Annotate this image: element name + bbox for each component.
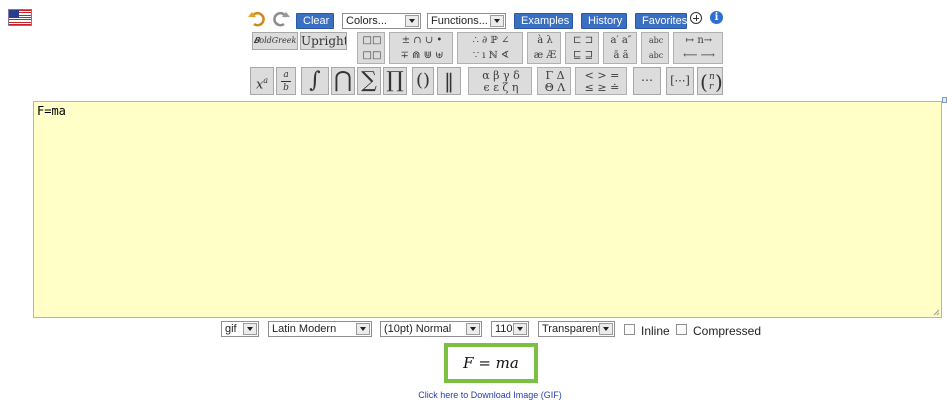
editor-scroll-marker[interactable] [942, 97, 947, 103]
examples-button[interactable]: Examples [514, 13, 573, 29]
accent-symbols-group[interactable]: à λ æ Æ [527, 32, 561, 64]
functions-select-value: Functions... [431, 15, 488, 27]
relation-group[interactable]: < > = ≤ ≥ ≐ [575, 67, 627, 95]
norm-button[interactable]: ‖ [437, 67, 461, 95]
fraction-button[interactable]: a b [276, 67, 296, 95]
integral-button[interactable]: ∫ [301, 67, 329, 95]
misc-symbols-group[interactable]: ∴ ∂ ℙ ∠ ∵ ı ℕ ∢ [457, 32, 523, 64]
redo-icon[interactable] [272, 11, 290, 27]
chevron-down-icon [356, 323, 370, 335]
dpi-select-value: 110 [495, 323, 513, 335]
functions-select[interactable]: Functions... [427, 13, 506, 29]
chevron-down-icon [466, 323, 480, 335]
chevron-down-icon [405, 15, 419, 27]
prime-symbols-group[interactable]: a′ a″ ā ă [603, 32, 637, 64]
superscript-exp: a [263, 76, 269, 85]
latex-editor-content: F=ma [37, 104, 66, 118]
us-flag-icon[interactable] [8, 9, 32, 26]
background-select[interactable]: Transparent [538, 321, 615, 337]
greek-lower-group[interactable]: α β γ δ ϵ ε ζ η [468, 67, 532, 95]
resize-grip-icon[interactable] [932, 308, 940, 316]
font-select-value: Latin Modern [272, 323, 337, 335]
compressed-label: Compressed [693, 324, 762, 338]
sum-button[interactable]: ∑ [357, 67, 381, 95]
latex-editor[interactable]: F=ma [33, 101, 942, 318]
chevron-down-icon [599, 323, 613, 335]
plus-circle-icon[interactable] [690, 12, 702, 24]
dpi-select[interactable]: 110 [491, 321, 529, 337]
undo-icon[interactable] [248, 11, 266, 27]
clear-button[interactable]: Clear [296, 13, 334, 29]
binomial-right-paren: ) [715, 70, 723, 94]
colors-select-value: Colors... [346, 15, 387, 27]
colors-select[interactable]: Colors... [342, 13, 421, 29]
binomial-button[interactable]: ( n r ) [697, 67, 723, 95]
size-select-value: (10pt) Normal [384, 323, 452, 335]
superscript-button[interactable]: xa [250, 67, 274, 95]
background-select-value: Transparent [542, 323, 601, 335]
parens-button[interactable]: () [412, 67, 434, 95]
boldgreek-button[interactable]: 𝑩oldGreek [252, 32, 298, 50]
chevron-down-icon [490, 15, 504, 27]
binomial-top: n [709, 72, 715, 82]
inline-label: Inline [641, 324, 670, 338]
download-link[interactable]: Click here to Download Image (GIF) [380, 390, 600, 400]
intersection-button[interactable]: ⋂ [331, 67, 355, 95]
binomial-left-paren: ( [700, 70, 708, 94]
size-select[interactable]: (10pt) Normal [380, 321, 482, 337]
binomial-bottom: r [709, 82, 714, 92]
chevron-down-icon [243, 323, 257, 335]
favorites-button[interactable]: Favorites [635, 13, 687, 29]
font-select[interactable]: Latin Modern [268, 321, 372, 337]
arrow-symbols-group[interactable]: ↦ n→ ⟵ ⟶ [673, 32, 723, 64]
history-button[interactable]: History [581, 13, 627, 29]
dots-button[interactable]: ⋯ [633, 67, 661, 95]
greek-upper-row2: Θ Λ [544, 81, 566, 94]
format-select-value: gif [225, 323, 237, 335]
equation-preview: F = ma [444, 343, 538, 383]
greek-upper-group[interactable]: Γ Δ Θ Λ [537, 67, 571, 95]
format-select[interactable]: gif [221, 321, 259, 337]
chevron-down-icon [513, 323, 527, 335]
fraction-denominator: b [283, 83, 289, 93]
product-button[interactable]: ∏ [383, 67, 407, 95]
fraction-numerator: a [283, 70, 289, 80]
subset-symbols-group[interactable]: ⊏ ⊐ ⊑ ⊒ [565, 32, 599, 64]
compressed-checkbox[interactable] [676, 324, 687, 335]
matrix-button[interactable]: [⋯] [666, 67, 694, 95]
inline-checkbox[interactable] [624, 324, 635, 335]
relation-row2: ≤ ≥ ≐ [584, 81, 620, 94]
info-icon[interactable]: i [710, 11, 723, 24]
box-symbols-group[interactable]: □□ □□ [357, 32, 385, 64]
overline-symbols-group[interactable]: abc abc [641, 32, 669, 64]
equation-preview-text: F = ma [463, 354, 519, 372]
greek-lower-row2: ϵ ε ζ η [483, 81, 519, 94]
operator-symbols-group[interactable]: ± ∩ ∪ • ∓ ⋒ ⋓ ⊎ [389, 32, 453, 64]
upright-button[interactable]: Upright [300, 32, 347, 50]
